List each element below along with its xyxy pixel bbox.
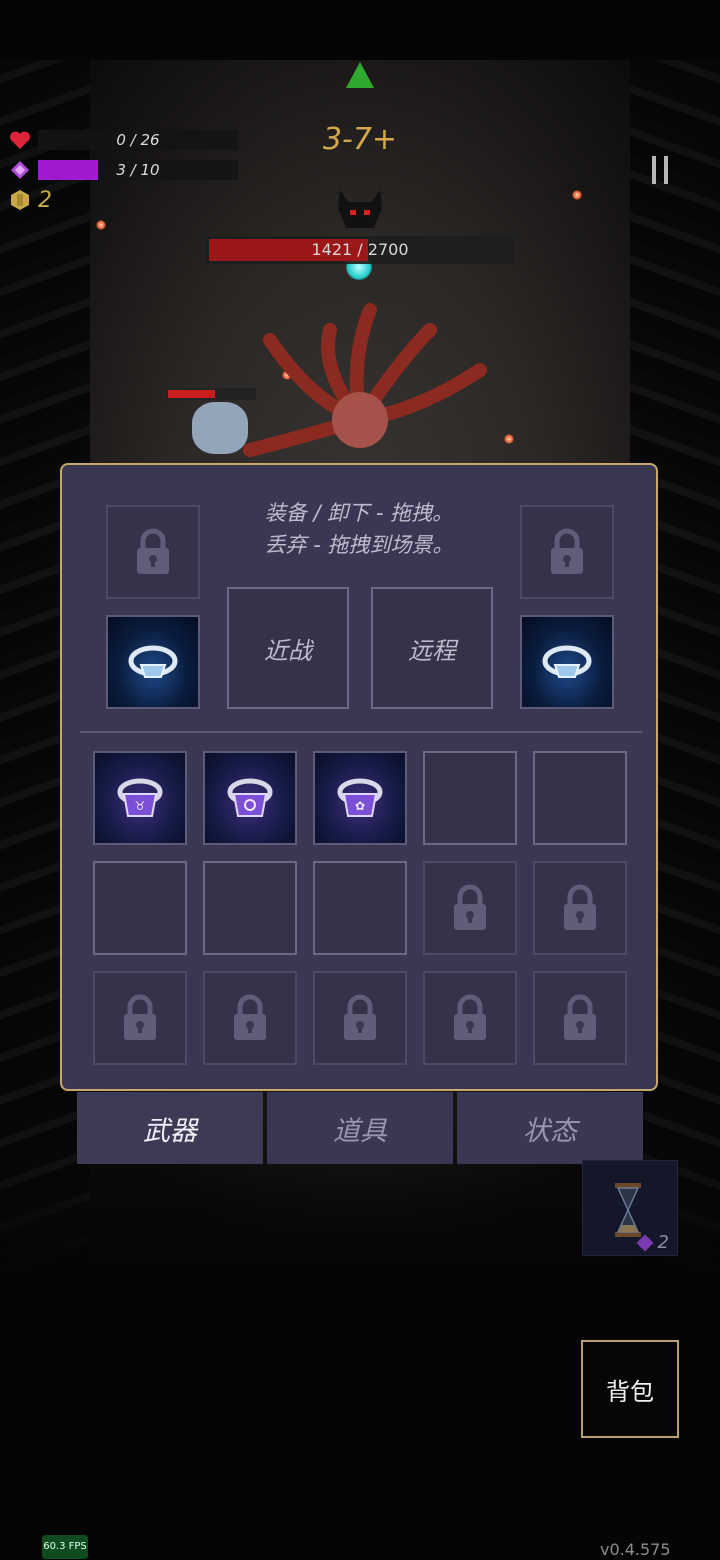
lock-icon [234, 994, 266, 1040]
ember-particle [572, 190, 582, 200]
level-indicator: 3-7+ [322, 122, 398, 157]
inventory-slot-locked[interactable] [313, 971, 407, 1065]
gold-stat: 2 [8, 187, 52, 213]
lock-icon [551, 528, 583, 574]
ranged-slot[interactable]: 远程 [371, 587, 493, 709]
svg-text:✿: ✿ [355, 799, 365, 813]
ring-icon [542, 645, 592, 678]
crystal-icon [8, 158, 32, 182]
heart-icon [8, 128, 32, 152]
ember-particle [504, 434, 514, 444]
inventory-slot-locked[interactable] [423, 861, 517, 955]
purple-ring-icon: ✿ [337, 778, 383, 817]
boss-hp-bar: 1421 / 2700 [206, 236, 514, 264]
equip-slot-locked-left[interactable] [106, 505, 200, 599]
tab-items[interactable]: 道具 [267, 1092, 453, 1164]
equipment-panel: 装备 / 卸下 - 拖拽。 丢弃 - 拖拽到场景。 近战 远程 ♉ ✿ [60, 463, 658, 1091]
boss-hp-text: 1421 / 2700 [311, 240, 409, 259]
inventory-slot-empty[interactable] [203, 861, 297, 955]
inventory-slot-locked[interactable] [533, 861, 627, 955]
exit-arrow-icon[interactable] [346, 62, 374, 88]
ring-icon [128, 645, 178, 678]
inventory-slot-empty[interactable] [533, 751, 627, 845]
blue-creature [192, 402, 248, 454]
enemy-hp-bar [166, 388, 256, 400]
purple-ring-icon: ♉ [117, 778, 163, 817]
inventory-slot-locked[interactable] [533, 971, 627, 1065]
hp-stat: 0 / 26 [8, 128, 238, 152]
backpack-button[interactable]: 背包 [581, 1340, 679, 1438]
mana-stat: 3 / 10 [8, 158, 238, 182]
gold-value: 2 [38, 187, 52, 213]
inventory-slot-empty[interactable] [423, 751, 517, 845]
lock-icon [564, 994, 596, 1040]
hp-text: 0 / 26 [116, 131, 160, 149]
inventory-slot-locked[interactable] [203, 971, 297, 1065]
panel-divider [80, 731, 642, 733]
mana-bar: 3 / 10 [38, 160, 238, 180]
hourglass-item-card[interactable]: 2 [582, 1160, 678, 1256]
inventory-slot-ring-2[interactable] [203, 751, 297, 845]
hourglass-icon [615, 1183, 641, 1237]
equip-slot-ring-left[interactable] [106, 615, 200, 709]
fps-counter: 60.3 FPS [42, 1535, 88, 1559]
inventory-slot-locked[interactable] [423, 971, 517, 1065]
inventory-slot-locked[interactable] [93, 971, 187, 1065]
hp-bar: 0 / 26 [38, 130, 238, 150]
equip-slot-ring-right[interactable] [520, 615, 614, 709]
demon-skull-icon [338, 190, 382, 228]
tentacle-monster [243, 303, 487, 457]
lock-icon [124, 994, 156, 1040]
inventory-slot-empty[interactable] [313, 861, 407, 955]
lock-icon [344, 994, 376, 1040]
lock-icon [454, 994, 486, 1040]
tab-status[interactable]: 状态 [457, 1092, 643, 1164]
equip-slot-locked-right[interactable] [520, 505, 614, 599]
coin-icon [8, 188, 32, 212]
inventory-slot-ring-1[interactable]: ♉ [93, 751, 187, 845]
inventory-slot-empty[interactable] [93, 861, 187, 955]
enemy-hp-fill [168, 390, 216, 398]
svg-text:♉: ♉ [135, 799, 146, 813]
item-count: 2 [657, 1232, 669, 1253]
purple-ring-icon [227, 778, 273, 817]
lock-icon [454, 884, 486, 930]
mana-text: 3 / 10 [116, 161, 160, 179]
melee-slot[interactable]: 近战 [227, 587, 349, 709]
pause-icon [652, 156, 668, 184]
version-label: v0.4.575 [600, 1540, 671, 1559]
tab-weapons[interactable]: 武器 [77, 1092, 263, 1164]
pause-button[interactable] [636, 150, 684, 190]
ember-particle [96, 220, 106, 230]
inventory-slot-ring-3[interactable]: ✿ [313, 751, 407, 845]
crystal-icon [636, 1234, 654, 1252]
lock-icon [564, 884, 596, 930]
lock-icon [137, 528, 169, 574]
